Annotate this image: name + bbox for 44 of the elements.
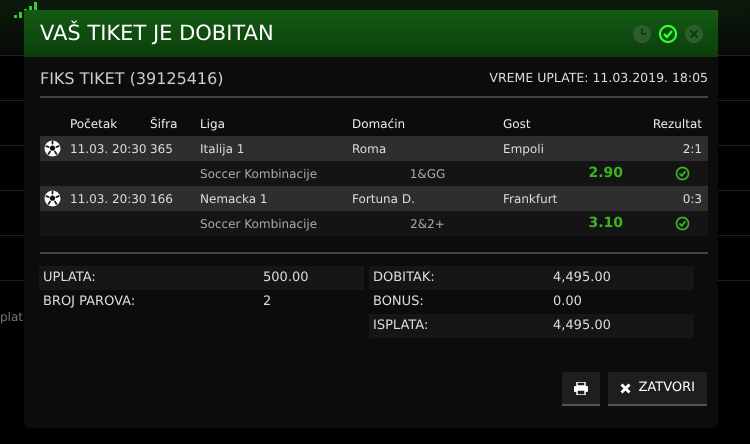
table-cell-text: 11.03. 20:30 bbox=[70, 140, 148, 158]
column-header: Domaćin bbox=[352, 116, 406, 133]
odds-value: 3.10 bbox=[588, 214, 623, 233]
summary-label: BROJ PAROVA: bbox=[43, 293, 136, 312]
soccer-ball-icon bbox=[44, 140, 61, 157]
table-cell-text: 0:3 bbox=[682, 190, 703, 208]
table-cell-text: Soccer Kombinacije bbox=[200, 166, 318, 182]
summary-value: 4,495.00 bbox=[553, 269, 612, 288]
summary-value: 0.00 bbox=[553, 293, 583, 312]
summary-label: BONUS: bbox=[373, 293, 425, 312]
table-cell-text: Italija 1 bbox=[200, 140, 246, 158]
summary-label: UPLATA: bbox=[43, 269, 97, 288]
summary-value: 2 bbox=[263, 293, 272, 312]
column-header: Šifra bbox=[150, 116, 178, 133]
table-cell-text: 166 bbox=[150, 190, 174, 208]
close-icon bbox=[620, 382, 630, 394]
payment-time: VREME UPLATE: 11.03.2019. 18:05 bbox=[489, 69, 708, 88]
soccer-ball-icon bbox=[44, 190, 61, 207]
ticket-title: FIKS TIKET (39125416) bbox=[40, 68, 224, 90]
table-cell-text: Fortuna D. bbox=[352, 190, 416, 208]
summary-value: 500.00 bbox=[263, 269, 310, 288]
table-cell-text: Frankfurt bbox=[503, 190, 558, 208]
table-cell-text: Empoli bbox=[503, 140, 545, 158]
printer-icon bbox=[574, 382, 588, 394]
table-cell-text: Nemacka 1 bbox=[200, 190, 269, 208]
table-cell-text: 365 bbox=[150, 140, 174, 158]
print-button[interactable] bbox=[562, 372, 600, 406]
background-label: plat bbox=[0, 309, 24, 326]
table-cell-text: 11.03. 20:30 bbox=[70, 190, 148, 208]
table-cell-text: 1&GG bbox=[410, 166, 446, 182]
table-cell-text: 2&2+ bbox=[410, 216, 445, 232]
close-button[interactable]: ZATVORI bbox=[608, 372, 707, 406]
summary-value: 4,495.00 bbox=[553, 317, 612, 336]
table-cell-text: 2:1 bbox=[682, 140, 703, 158]
table-cell-text: Soccer Kombinacije bbox=[200, 216, 318, 232]
modal-title: VAŠ TIKET JE DOBITAN bbox=[40, 20, 275, 47]
column-header: Liga bbox=[200, 116, 226, 133]
odds-value: 2.90 bbox=[588, 164, 623, 183]
column-header: Gost bbox=[503, 116, 532, 133]
summary-label: ISPLATA: bbox=[373, 317, 430, 336]
table-cell-text: Roma bbox=[352, 140, 388, 158]
summary-label: DOBITAK: bbox=[373, 269, 436, 288]
column-header: Rezultat bbox=[652, 116, 703, 133]
column-header: Početak bbox=[70, 116, 118, 133]
